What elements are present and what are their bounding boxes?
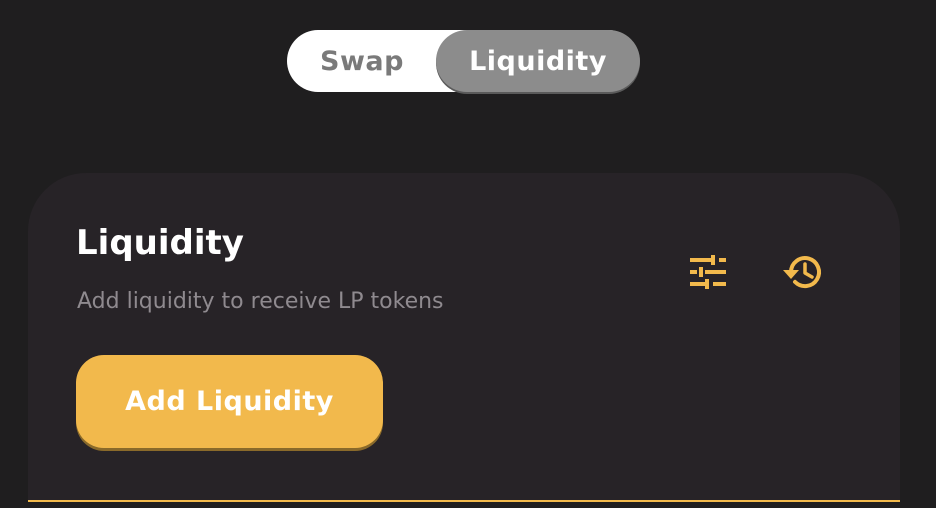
- tab-swap[interactable]: Swap: [287, 30, 437, 92]
- settings-button[interactable]: [684, 248, 732, 296]
- tab-liquidity[interactable]: Liquidity: [436, 30, 640, 92]
- history-button[interactable]: [779, 248, 827, 296]
- history-icon: [783, 256, 821, 289]
- sliders-icon: [690, 255, 726, 289]
- swap-liquidity-toggle: Swap Liquidity: [287, 30, 640, 92]
- add-liquidity-button[interactable]: Add Liquidity: [76, 355, 383, 448]
- card-title: Liquidity: [76, 223, 244, 263]
- liquidity-card: Liquidity Add liquidity to receive LP to…: [28, 173, 900, 502]
- card-subtitle: Add liquidity to receive LP tokens: [77, 289, 444, 314]
